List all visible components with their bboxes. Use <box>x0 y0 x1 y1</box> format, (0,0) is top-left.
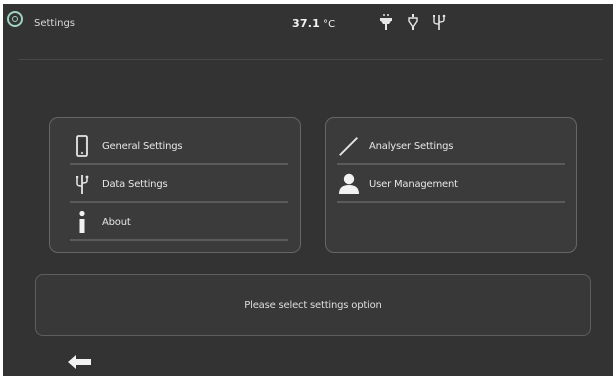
divider <box>337 201 565 203</box>
user-management-item[interactable]: User Management <box>337 165 565 203</box>
divider <box>70 239 288 241</box>
general-settings-item[interactable]: General Settings <box>70 127 288 165</box>
heater-icon <box>378 13 394 31</box>
usb-icon <box>70 172 94 196</box>
probe-icon <box>406 13 420 31</box>
logo-icon <box>7 11 23 27</box>
arrow-left-icon <box>68 355 91 369</box>
settings-screen: Settings 37.1 °C General Settings Data S… <box>3 4 613 376</box>
status-message-box: Please select settings option <box>35 274 591 336</box>
temperature-readout: 37.1 °C <box>292 17 335 30</box>
status-message: Please select settings option <box>244 299 382 311</box>
user-icon <box>337 172 361 196</box>
status-icons <box>378 12 446 32</box>
temperature-unit: °C <box>322 19 336 30</box>
about-item[interactable]: About <box>70 203 288 241</box>
general-settings-label: General Settings <box>102 140 183 152</box>
info-icon <box>70 210 94 234</box>
analyser-settings-label: Analyser Settings <box>369 140 454 152</box>
data-settings-label: Data Settings <box>102 178 168 190</box>
data-settings-item[interactable]: Data Settings <box>70 165 288 203</box>
header-divider <box>18 59 603 60</box>
user-management-label: User Management <box>369 178 458 190</box>
analyser-settings-item[interactable]: Analyser Settings <box>337 127 565 165</box>
back-button[interactable] <box>67 354 95 370</box>
wand-icon <box>337 134 361 158</box>
usb-icon <box>432 13 446 31</box>
page-title: Settings <box>34 18 76 29</box>
about-label: About <box>102 216 131 228</box>
temperature-value: 37.1 <box>292 17 320 30</box>
tablet-icon <box>70 134 94 158</box>
